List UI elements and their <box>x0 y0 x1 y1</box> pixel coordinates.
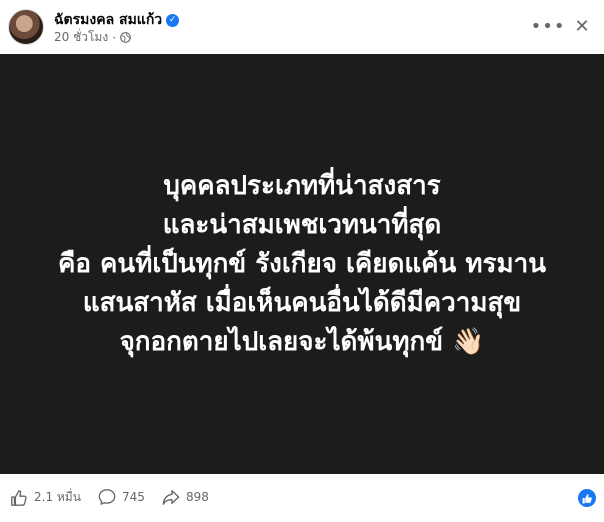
share-button[interactable]: 898 <box>162 488 209 506</box>
post-header: ฉัตรมงคล สมแก้ว ✓ 20 ชั่วโมง · ••• ✕ <box>0 0 604 54</box>
facebook-post-card: ฉัตรมงคล สมแก้ว ✓ 20 ชั่วโมง · ••• ✕ บุค… <box>0 0 604 522</box>
share-count: 898 <box>186 490 209 504</box>
verified-icon: ✓ <box>166 13 180 27</box>
globe-icon <box>120 32 131 43</box>
like-icon <box>11 489 27 506</box>
more-options-button[interactable]: ••• <box>531 14 565 38</box>
post-footer: 2.1 หมื่น 745 898 <box>0 474 604 522</box>
close-button[interactable]: ✕ <box>570 14 594 38</box>
author-avatar[interactable] <box>8 9 44 45</box>
post-text-line: บุคคลประเภทที่น่าสงสาร <box>163 170 441 201</box>
more-icon: ••• <box>530 15 566 37</box>
post-text-line: จุกอกตายไปเลยจะได้พ้นทุกข์ 👋🏻 <box>119 326 485 357</box>
share-icon <box>162 490 180 505</box>
like-button[interactable]: 2.1 หมื่น <box>10 488 81 507</box>
like-reaction-badge[interactable] <box>578 489 596 507</box>
post-text-line: คือ คนที่เป็นทุกข์ รังเกียจ เคียดแค้น ทร… <box>57 248 547 279</box>
post-text-line: แสนสาหัส เมื่อเห็นคนอื่นได้ดีมีความสุข <box>82 287 522 318</box>
post-meta: 20 ชั่วโมง · <box>54 28 131 47</box>
post-text: บุคคลประเภทที่น่าสงสาร และน่าสมเพชเวทนาท… <box>58 167 546 362</box>
comment-count: 745 <box>122 490 145 504</box>
like-icon <box>582 493 592 503</box>
comment-button[interactable]: 745 <box>98 488 145 506</box>
post-text-line: และน่าสมเพชเวทนาที่สุด <box>162 209 442 240</box>
close-icon: ✕ <box>574 15 590 37</box>
post-text-image[interactable]: บุคคลประเภทที่น่าสงสาร และน่าสมเพชเวทนาท… <box>0 54 604 474</box>
comment-icon <box>98 489 116 505</box>
like-count: 2.1 หมื่น <box>34 490 81 504</box>
post-time[interactable]: 20 ชั่วโมง <box>54 28 108 47</box>
